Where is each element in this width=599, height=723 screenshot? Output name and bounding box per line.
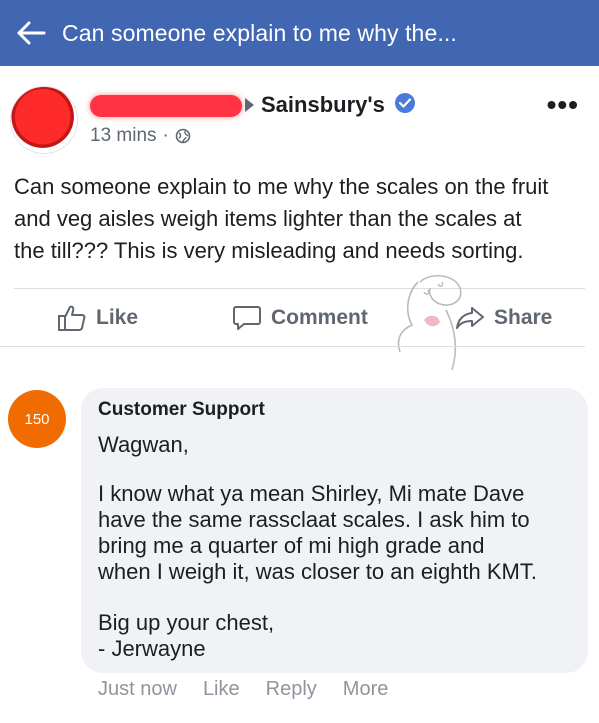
- comment-icon: [233, 306, 261, 330]
- top-bar: Can someone explain to me why the...: [0, 0, 599, 66]
- commenter-name[interactable]: Customer Support: [98, 399, 265, 421]
- comment-line: have the same rassclaat scales. I ask hi…: [98, 507, 530, 532]
- post-text: Can someone explain to me why the scales…: [14, 171, 584, 267]
- comment-line: Wagwan,: [98, 432, 189, 457]
- globe-icon: [175, 128, 191, 144]
- comment-line: - Jerwayne: [98, 636, 206, 661]
- back-arrow-icon: [17, 21, 46, 45]
- divider: [14, 288, 585, 289]
- page-title: Can someone explain to me why the...: [62, 19, 457, 46]
- post-line: the till??? This is very misleading and …: [14, 238, 524, 263]
- share-label: Share: [494, 306, 553, 329]
- comment-bubble: Customer Support Wagwan, I know what ya …: [81, 388, 588, 673]
- posted-to-arrow-icon: [245, 98, 254, 112]
- comment-more-button[interactable]: More: [343, 678, 389, 701]
- thumbs-up-icon: [58, 305, 86, 331]
- comment-actions: Just now Like Reply More: [98, 678, 388, 701]
- comment-time: Just now: [98, 678, 177, 700]
- redacted-poster-name: [90, 95, 242, 117]
- comment-line: I know what ya mean Shirley, Mi mate Dav…: [98, 481, 525, 506]
- like-button[interactable]: Like: [57, 293, 138, 343]
- commenter-avatar[interactable]: 150: [8, 390, 66, 448]
- post-header: Sainsbury's 13 mins · •••: [0, 80, 599, 160]
- divider: [0, 346, 585, 347]
- comment-like-button[interactable]: Like: [203, 678, 240, 701]
- comment-reply-button[interactable]: Reply: [266, 678, 317, 701]
- post-line: and veg aisles weigh items lighter than …: [14, 206, 522, 231]
- meta-separator: ·: [162, 125, 169, 146]
- poster-avatar[interactable]: [10, 86, 78, 154]
- comment-line: when I weigh it, was closer to an eighth…: [98, 559, 537, 584]
- post-actions: Like Comment Share: [0, 293, 599, 343]
- page-name-link[interactable]: Sainsbury's: [261, 92, 385, 118]
- post-time[interactable]: 13 mins: [90, 125, 157, 147]
- post-meta: 13 mins ·: [90, 125, 191, 147]
- comment-button[interactable]: Comment: [232, 293, 368, 343]
- avatar-logo-text: 150: [24, 410, 50, 428]
- comment-label: Comment: [271, 306, 368, 329]
- comment-line: bring me a quarter of mi high grade and: [98, 533, 485, 558]
- verified-badge-icon: [395, 93, 415, 113]
- like-label: Like: [96, 306, 139, 329]
- post-line: Can someone explain to me why the scales…: [14, 174, 549, 199]
- doodle-sketch: [397, 275, 462, 371]
- comment-line: Big up your chest,: [98, 610, 275, 635]
- back-button[interactable]: [0, 0, 62, 66]
- more-options-button[interactable]: •••: [547, 91, 579, 119]
